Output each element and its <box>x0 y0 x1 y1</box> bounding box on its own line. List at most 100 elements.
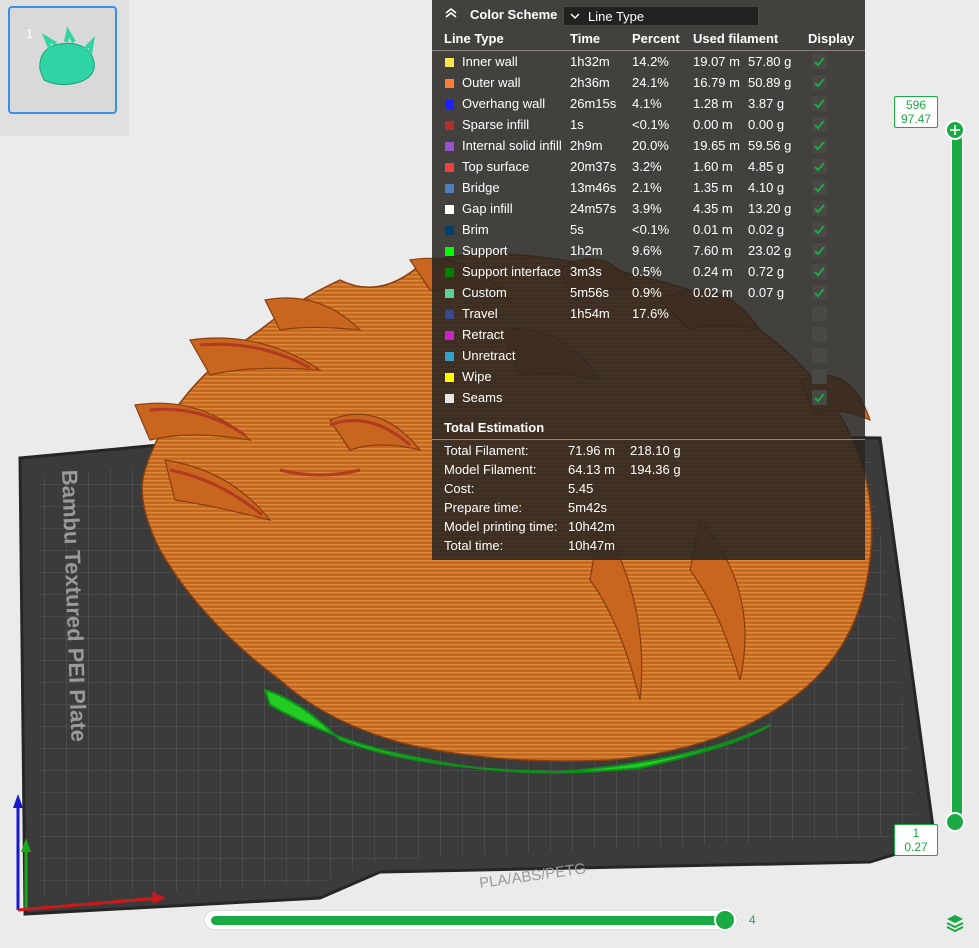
percent-value: 3.9% <box>632 201 662 216</box>
color-swatch <box>445 352 454 361</box>
line-type-row[interactable]: Outer wall 2h36m 24.1% 16.79 m 50.89 g <box>432 73 865 94</box>
display-checkbox[interactable] <box>812 390 827 405</box>
line-type-row[interactable]: Custom 5m56s 0.9% 0.02 m 0.07 g <box>432 283 865 304</box>
filament-length-value: 4.35 m <box>693 201 733 216</box>
checkmark-icon <box>814 267 825 277</box>
column-header-used-filament: Used filament <box>693 31 779 46</box>
filament-length-value: 16.79 m <box>693 75 740 90</box>
plate-index: 1 <box>26 26 34 41</box>
line-type-row[interactable]: Retract <box>432 325 865 346</box>
checkmark-icon <box>814 288 825 298</box>
line-type-row[interactable]: Unretract <box>432 346 865 367</box>
display-checkbox[interactable] <box>812 117 827 132</box>
color-swatch <box>445 289 454 298</box>
estimation-label: Prepare time: <box>444 500 523 515</box>
filament-weight-value: 3.87 g <box>748 96 785 111</box>
display-checkbox[interactable] <box>812 201 827 216</box>
time-value: 5m56s <box>570 285 610 300</box>
checkmark-icon <box>814 120 825 130</box>
filament-length-value: 19.65 m <box>693 138 740 153</box>
plate-list-panel: 1 <box>0 0 129 136</box>
percent-value: 2.1% <box>632 180 662 195</box>
display-checkbox[interactable] <box>812 180 827 195</box>
line-type-row[interactable]: Gap infill 24m57s 3.9% 4.35 m 13.20 g <box>432 199 865 220</box>
layer-slider-top-handle[interactable] <box>945 120 965 140</box>
display-checkbox[interactable] <box>812 96 827 111</box>
display-checkbox[interactable] <box>812 222 827 237</box>
line-type-row[interactable]: Brim 5s <0.1% 0.01 m 0.02 g <box>432 220 865 241</box>
line-type-row[interactable]: Top surface 20m37s 3.2% 1.60 m 4.85 g <box>432 157 865 178</box>
line-type-label: Inner wall <box>462 54 518 69</box>
line-type-label: Sparse infill <box>462 117 530 132</box>
color-swatch <box>445 226 454 235</box>
line-type-row[interactable]: Sparse infill 1s <0.1% 0.00 m 0.00 g <box>432 115 865 136</box>
divider <box>432 439 865 440</box>
line-type-label: Outer wall <box>462 75 521 90</box>
layer-slider-track[interactable] <box>951 128 963 826</box>
divider <box>432 50 865 51</box>
column-header-line-type: Line Type <box>444 31 504 46</box>
line-type-row[interactable]: Support 1h2m 9.6% 7.60 m 23.02 g <box>432 241 865 262</box>
estimation-value: 5m42s <box>568 500 608 515</box>
display-checkbox[interactable] <box>812 306 827 321</box>
display-checkbox[interactable] <box>812 285 827 300</box>
column-header-display: Display <box>808 31 855 46</box>
filament-weight-value: 0.07 g <box>748 285 785 300</box>
time-value: 1h2m <box>570 243 603 258</box>
line-type-row[interactable]: Wipe <box>432 367 865 388</box>
line-type-label: Internal solid infill <box>462 138 562 153</box>
checkmark-icon <box>814 99 825 109</box>
estimation-value: 10h47m <box>568 538 615 553</box>
display-checkbox[interactable] <box>812 159 827 174</box>
time-value: 20m37s <box>570 159 617 174</box>
line-type-row[interactable]: Seams <box>432 388 865 409</box>
time-value: 1h54m <box>570 306 610 321</box>
line-type-row[interactable]: Internal solid infill 2h9m 20.0% 19.65 m 59.… <box>432 136 865 157</box>
color-swatch <box>445 247 454 256</box>
filament-length-value: 0.01 m <box>693 222 733 237</box>
display-checkbox[interactable] <box>812 369 827 384</box>
line-type-label: Wipe <box>462 369 492 384</box>
chevron-down-icon <box>570 13 580 19</box>
time-value: 1s <box>570 117 584 132</box>
display-checkbox[interactable] <box>812 243 827 258</box>
estimation-label: Total time: <box>444 538 504 553</box>
line-type-row[interactable]: Overhang wall 26m15s 4.1% 1.28 m 3.87 g <box>432 94 865 115</box>
line-type-label: Brim <box>462 222 489 237</box>
line-type-label: Travel <box>462 306 498 321</box>
display-checkbox[interactable] <box>812 75 827 90</box>
line-type-row[interactable]: Inner wall 1h32m 14.2% 19.07 m 57.80 g <box>432 52 865 73</box>
time-value: 1h32m <box>570 54 610 69</box>
color-scheme-dropdown[interactable]: Line Type <box>563 6 759 26</box>
layer-slider-bottom-handle[interactable] <box>945 812 965 832</box>
display-checkbox[interactable] <box>812 348 827 363</box>
layer-slider-top-label: 596 97.47 <box>894 96 938 128</box>
line-type-row[interactable]: Bridge 13m46s 2.1% 1.35 m 4.10 g <box>432 178 865 199</box>
filament-weight-value: 0.72 g <box>748 264 785 279</box>
total-estimation-row: Total time: 10h47m <box>432 538 865 557</box>
time-value: 2h36m <box>570 75 610 90</box>
line-type-label: Seams <box>462 390 503 405</box>
display-checkbox[interactable] <box>812 54 827 69</box>
plus-icon <box>950 125 960 135</box>
line-type-row[interactable]: Travel 1h54m 17.6% <box>432 304 865 325</box>
layers-icon[interactable] <box>944 912 966 934</box>
line-type-label: Top surface <box>462 159 530 174</box>
collapse-icon[interactable] <box>444 6 458 20</box>
display-checkbox[interactable] <box>812 264 827 279</box>
color-swatch <box>445 373 454 382</box>
percent-value: <0.1% <box>632 117 670 132</box>
line-type-row[interactable]: Support interface 3m3s 0.5% 0.24 m 0.72 g <box>432 262 865 283</box>
checkmark-icon <box>814 204 825 214</box>
move-slider-track[interactable] <box>204 910 738 930</box>
display-checkbox[interactable] <box>812 138 827 153</box>
color-swatch <box>445 205 454 214</box>
column-header-time: Time <box>570 31 601 46</box>
percent-value: 24.1% <box>632 75 669 90</box>
plate-thumbnail[interactable]: 1 <box>8 6 117 114</box>
checkmark-icon <box>814 162 825 172</box>
filament-weight-value: 59.56 g <box>748 138 792 153</box>
move-slider-handle[interactable] <box>714 909 736 931</box>
layer-slider-bottom-label: 1 0.27 <box>894 824 938 856</box>
display-checkbox[interactable] <box>812 327 827 342</box>
